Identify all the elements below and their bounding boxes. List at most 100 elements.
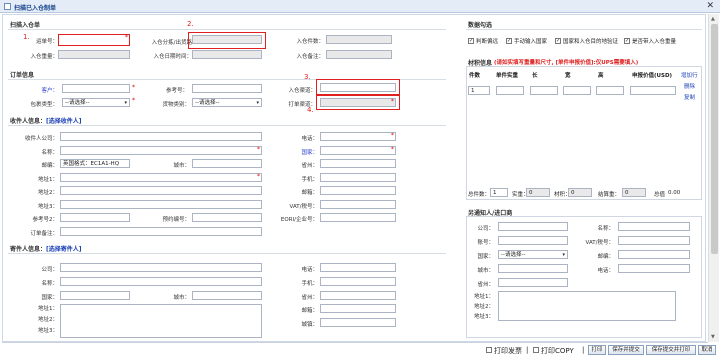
sender-title-text: 寄件人信息：: [10, 246, 47, 253]
divider: [466, 29, 702, 30]
copy-row-link[interactable]: 复制: [684, 93, 695, 101]
sender-email-input[interactable]: [320, 304, 396, 313]
recipient-eori-input[interactable]: [320, 213, 396, 222]
sender-company-input[interactable]: [60, 263, 262, 272]
print-invoice-checkbox[interactable]: [486, 347, 492, 353]
save-submit-button[interactable]: 保存并提交: [608, 345, 644, 355]
warehouse-remark-label: 入仓备注：: [296, 54, 324, 60]
col-height: 高: [598, 73, 604, 79]
qty-input[interactable]: 1: [468, 86, 490, 95]
cancel-button[interactable]: 取消: [698, 345, 716, 355]
warehouse-count-input[interactable]: [326, 35, 392, 44]
scroll-up-icon[interactable]: ▲: [711, 16, 715, 22]
weight-input[interactable]: [496, 86, 524, 95]
delete-row-link[interactable]: 删除: [684, 82, 695, 90]
scrollbar-thumb[interactable]: [711, 24, 718, 254]
notify-account-input[interactable]: [498, 236, 568, 245]
notify-postcode-label: 邮编：: [597, 254, 614, 260]
recipient-phone-input[interactable]: *: [320, 132, 396, 141]
sender-address-textarea[interactable]: [60, 304, 262, 338]
goods-type-select[interactable]: --请选择--: [192, 98, 262, 107]
option-remote-checkbox[interactable]: ✓: [468, 38, 474, 44]
sender-city-input[interactable]: [192, 291, 262, 300]
declared-value-input[interactable]: [630, 86, 676, 95]
notify-company-input[interactable]: [498, 222, 568, 231]
package-type-select[interactable]: --请选择--: [62, 98, 130, 107]
recipient-province-input[interactable]: [320, 159, 396, 168]
recipient-address1-input[interactable]: *: [60, 173, 262, 182]
length-input[interactable]: [530, 86, 558, 95]
col-width: 宽: [565, 73, 571, 79]
sender-town-input[interactable]: [320, 318, 396, 327]
warehouse-route-input[interactable]: [192, 35, 262, 44]
warehouse-remark-input[interactable]: [326, 50, 392, 59]
sender-mobile-input[interactable]: [320, 277, 396, 286]
print-copy-checkbox[interactable]: [533, 347, 539, 353]
recipient-mobile-input[interactable]: [320, 173, 396, 182]
col-length: 长: [532, 73, 538, 79]
select-sender-link[interactable]: [选择寄件人]: [46, 246, 82, 253]
scrollbar[interactable]: ▲ ▼: [708, 14, 719, 342]
notify-phone-input[interactable]: [618, 264, 690, 273]
notify-vat-input[interactable]: [618, 236, 690, 245]
warehouse-route-label: 入仓分拣/出货路: [151, 40, 192, 46]
notify-city-input[interactable]: [498, 264, 568, 273]
warehouse-count-label: 入仓件数：: [296, 39, 324, 45]
warehouse-channel-input[interactable]: [320, 83, 396, 92]
reference2-input[interactable]: [60, 213, 130, 222]
option-country-verify-checkbox[interactable]: ✓: [555, 38, 561, 44]
recipient-name-input[interactable]: *: [60, 146, 262, 155]
sender-phone-input[interactable]: [320, 263, 396, 272]
volume-input[interactable]: 0: [568, 188, 592, 197]
notify-address-textarea[interactable]: [498, 291, 676, 321]
tracking-no-input[interactable]: *: [58, 34, 130, 46]
warehouse-weight-input[interactable]: [58, 50, 130, 59]
width-input[interactable]: [563, 86, 591, 95]
recipient-postcode-input[interactable]: 英国格式：EC1A1-HQ: [60, 159, 130, 168]
height-input[interactable]: [596, 86, 624, 95]
reference-input[interactable]: [192, 84, 262, 93]
option-weight-checkbox[interactable]: ✓: [624, 38, 630, 44]
recipient-email-input[interactable]: [320, 186, 396, 195]
option-remote-label: 判断偏远: [476, 39, 499, 45]
print-invoice-label: 打印发票: [494, 347, 522, 355]
package-type-label: 包裹类型：: [30, 102, 58, 108]
print-button[interactable]: 打印: [588, 345, 606, 355]
notify-country-select[interactable]: --请选择--: [498, 250, 568, 259]
print-copy-label: 打印COPY: [541, 347, 574, 355]
order-section-title: 订单信息: [10, 72, 35, 79]
recipient-company-input[interactable]: [60, 132, 262, 141]
sender-country-input[interactable]: [60, 291, 130, 300]
select-recipient-link[interactable]: [选择收件人]: [46, 118, 82, 125]
divider: [8, 253, 446, 254]
notify-account-label: 账号：: [477, 240, 494, 246]
recipient-city-input[interactable]: [192, 159, 262, 168]
option-manual-country-checkbox[interactable]: ✓: [506, 38, 512, 44]
total-value-label: 总值: [654, 192, 666, 198]
booking-no-input[interactable]: [192, 213, 262, 222]
order-remark-input[interactable]: [60, 227, 262, 236]
recipient-country-input[interactable]: *: [320, 146, 396, 155]
scan-section-title: 扫描入仓单: [10, 22, 41, 29]
actual-weight-input[interactable]: 0: [526, 188, 550, 197]
sender-province-input[interactable]: [320, 291, 396, 300]
notify-city-label: 城市：: [477, 268, 494, 274]
notify-province-input[interactable]: [498, 278, 568, 287]
order-remark-label: 订单备注：: [30, 231, 58, 237]
warehouse-time-input[interactable]: [192, 50, 262, 59]
recipient-vat-input[interactable]: [320, 200, 396, 209]
add-row-link[interactable]: 增加行: [681, 71, 698, 79]
total-count-input[interactable]: 1: [490, 188, 508, 197]
notify-postcode-input[interactable]: [618, 250, 690, 259]
scroll-down-icon[interactable]: ▼: [711, 334, 715, 340]
save-submit-print-button[interactable]: 保存提交并打印: [646, 345, 696, 355]
recipient-address3-input[interactable]: [60, 200, 262, 209]
recipient-address2-input[interactable]: [60, 186, 262, 195]
customer-input[interactable]: *: [62, 84, 135, 93]
print-channel-input[interactable]: *: [320, 98, 396, 107]
col-weight: 单件实重: [496, 73, 519, 79]
bill-weight-input[interactable]: 0: [622, 188, 646, 197]
close-icon[interactable]: ✕: [706, 1, 714, 11]
notify-name-input[interactable]: [618, 222, 690, 231]
sender-name-input[interactable]: [60, 277, 262, 286]
